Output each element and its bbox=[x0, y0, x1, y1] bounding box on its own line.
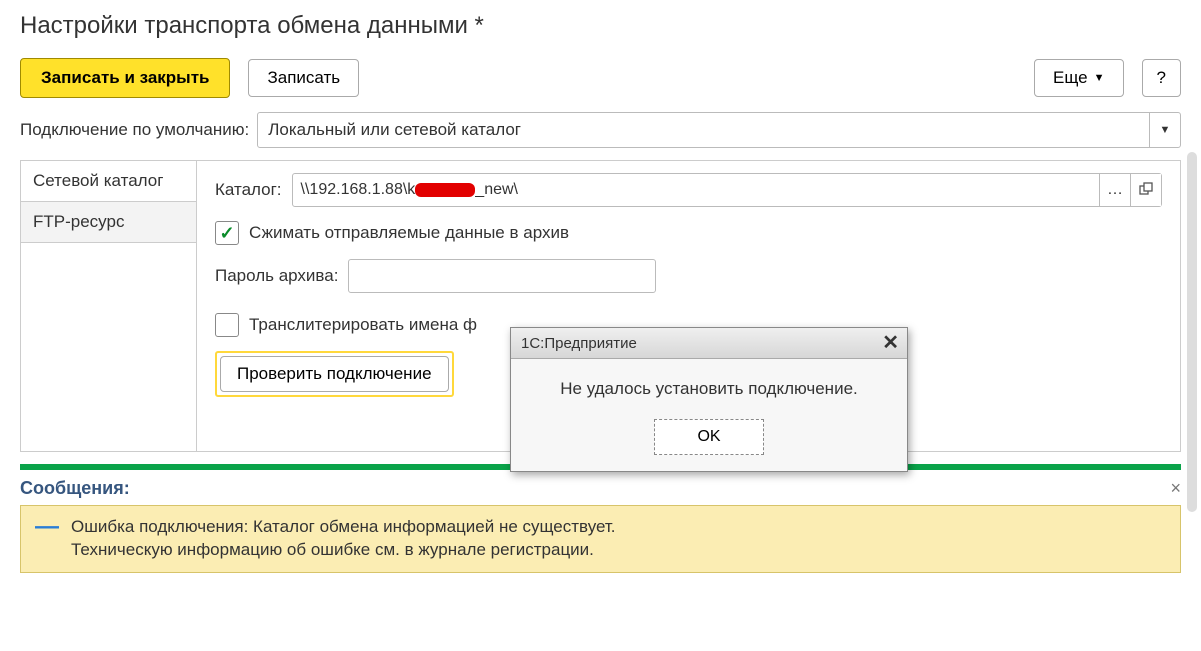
message-entry: — Ошибка подключения: Каталог обмена инф… bbox=[20, 505, 1181, 573]
page-title: Настройки транспорта обмена данными * bbox=[20, 12, 1181, 40]
save-and-close-button[interactable]: Записать и закрыть bbox=[20, 58, 230, 98]
tab-network-catalog[interactable]: Сетевой каталог bbox=[21, 161, 196, 202]
close-icon[interactable]: ✕ bbox=[882, 333, 899, 353]
default-connection-value: Локальный или сетевой каталог bbox=[258, 113, 1149, 147]
close-messages-button[interactable]: × bbox=[1170, 478, 1181, 499]
dropdown-toggle[interactable]: ▼ bbox=[1149, 113, 1180, 147]
verify-connection-button[interactable]: Проверить подключение bbox=[220, 356, 449, 392]
messages-header: Сообщения: bbox=[20, 478, 130, 499]
ellipsis-icon: … bbox=[1107, 181, 1123, 199]
dialog-titlebar[interactable]: 1С:Предприятие ✕ bbox=[511, 328, 907, 359]
chevron-down-icon: ▼ bbox=[1094, 72, 1105, 84]
catalog-input[interactable]: \\192.168.1.88\k _new\ … bbox=[292, 173, 1162, 207]
verify-button-focus: Проверить подключение bbox=[215, 351, 454, 397]
default-connection-label: Подключение по умолчанию: bbox=[20, 120, 249, 140]
save-button[interactable]: Записать bbox=[248, 59, 359, 97]
more-button-label: Еще bbox=[1053, 68, 1088, 88]
tab-ftp[interactable]: FTP-ресурс bbox=[21, 202, 196, 243]
tabs: Сетевой каталог FTP-ресурс bbox=[21, 161, 197, 451]
compress-checkbox[interactable]: ✓ bbox=[215, 221, 239, 245]
dialog-ok-button[interactable]: OK bbox=[654, 419, 763, 455]
compress-label: Сжимать отправляемые данные в архив bbox=[249, 223, 569, 243]
scrollbar[interactable] bbox=[1187, 152, 1197, 512]
archive-password-label: Пароль архива: bbox=[215, 266, 338, 286]
dash-icon: — bbox=[35, 516, 59, 538]
catalog-value-prefix: \\192.168.1.88\k bbox=[301, 181, 416, 199]
default-connection-dropdown[interactable]: Локальный или сетевой каталог ▼ bbox=[257, 112, 1181, 148]
toolbar: Записать и закрыть Записать Еще ▼ ? bbox=[20, 58, 1181, 98]
translit-checkbox[interactable]: ✓ bbox=[215, 313, 239, 337]
open-external-button[interactable] bbox=[1130, 174, 1161, 206]
dialog-title-text: 1С:Предприятие bbox=[521, 335, 637, 352]
help-button[interactable]: ? bbox=[1142, 59, 1181, 97]
message-line-1: Ошибка подключения: Каталог обмена инфор… bbox=[71, 516, 616, 539]
more-button[interactable]: Еще ▼ bbox=[1034, 59, 1123, 97]
translit-label: Транслитерировать имена ф bbox=[249, 315, 477, 335]
browse-button[interactable]: … bbox=[1099, 174, 1130, 206]
open-external-icon bbox=[1138, 182, 1154, 198]
dialog-message: Не удалось установить подключение. bbox=[523, 377, 895, 401]
catalog-value-suffix: _new\ bbox=[475, 181, 518, 199]
error-dialog: 1С:Предприятие ✕ Не удалось установить п… bbox=[510, 327, 908, 472]
archive-password-input[interactable] bbox=[348, 259, 656, 293]
catalog-label: Каталог: bbox=[215, 180, 282, 200]
chevron-down-icon: ▼ bbox=[1160, 124, 1171, 136]
redacted-mark bbox=[415, 183, 475, 197]
message-line-2: Техническую информацию об ошибке см. в ж… bbox=[71, 539, 616, 562]
